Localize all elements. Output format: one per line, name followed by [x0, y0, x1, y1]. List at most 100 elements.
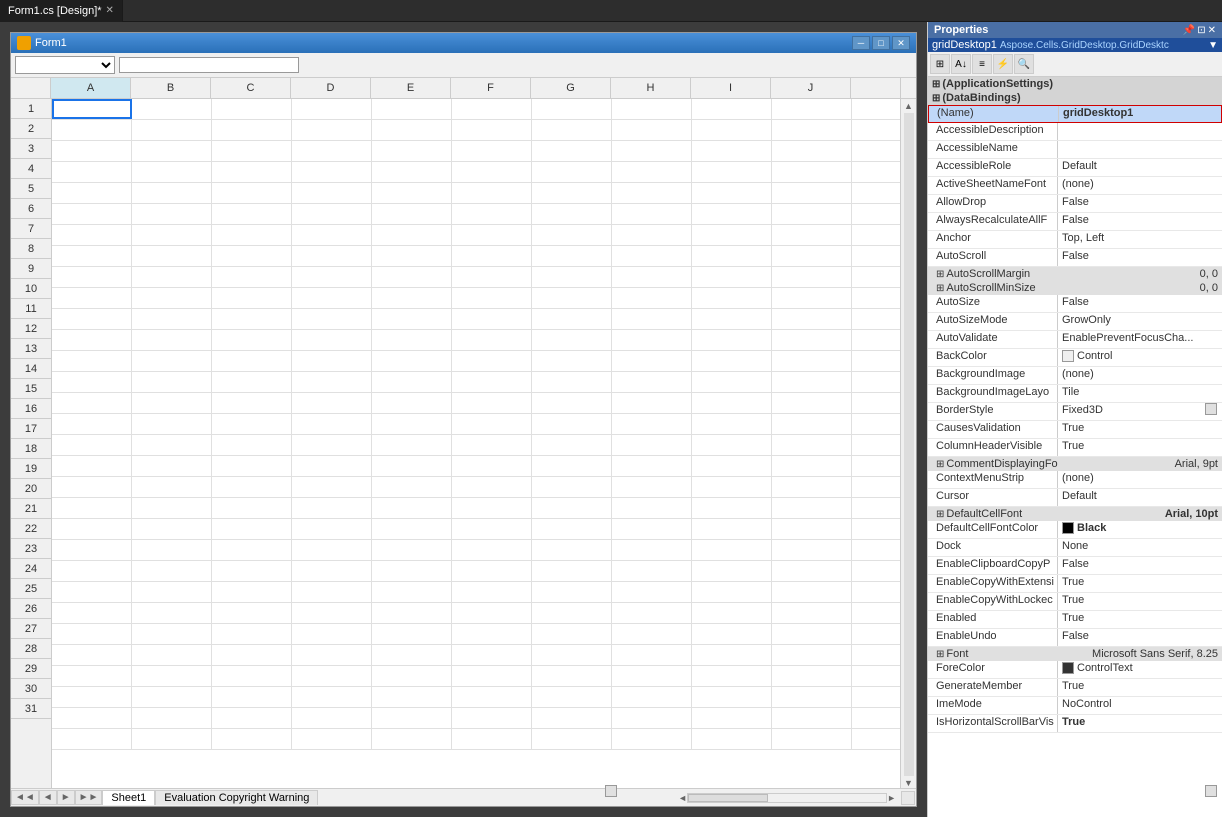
cell-B3[interactable]: [132, 141, 212, 161]
cell-J17[interactable]: [772, 435, 852, 455]
cell-D1[interactable]: [292, 99, 372, 119]
cell-J1[interactable]: [772, 99, 852, 119]
cell-J5[interactable]: [772, 183, 852, 203]
alphabetical-btn[interactable]: A↓: [951, 54, 971, 74]
cell-E15[interactable]: [372, 393, 452, 413]
cell-J9[interactable]: [772, 267, 852, 287]
cell-F3[interactable]: [452, 141, 532, 161]
cell-G13[interactable]: [532, 351, 612, 371]
cell-H30[interactable]: [612, 708, 692, 728]
section-data-bindings[interactable]: ⊞ (DataBindings): [928, 91, 1222, 105]
cell-A3[interactable]: [52, 141, 132, 161]
cell-B22[interactable]: [132, 540, 212, 560]
cell-G2[interactable]: [532, 120, 612, 140]
cell-I6[interactable]: [692, 204, 772, 224]
cell-D21[interactable]: [292, 519, 372, 539]
props-row-cursor[interactable]: Cursor Default: [928, 489, 1222, 507]
props-row-bgimagelayout[interactable]: BackgroundImageLayo Tile: [928, 385, 1222, 403]
cell-D6[interactable]: [292, 204, 372, 224]
props-object-selector[interactable]: gridDesktop1 Aspose.Cells.GridDesktop.Gr…: [928, 38, 1222, 52]
cell-C5[interactable]: [212, 183, 292, 203]
cell-D14[interactable]: [292, 372, 372, 392]
cell-B26[interactable]: [132, 624, 212, 644]
props-row-autovalidate[interactable]: AutoValidate EnablePreventFocusCha...: [928, 331, 1222, 349]
scroll-down-btn[interactable]: ▼: [904, 778, 913, 788]
cell-G23[interactable]: [532, 561, 612, 581]
cell-A27[interactable]: [52, 645, 132, 665]
cell-E6[interactable]: [372, 204, 452, 224]
cell-G10[interactable]: [532, 288, 612, 308]
sheet-tab-eval[interactable]: Evaluation Copyright Warning: [155, 790, 318, 805]
cell-G3[interactable]: [532, 141, 612, 161]
cell-J18[interactable]: [772, 456, 852, 476]
cell-D12[interactable]: [292, 330, 372, 350]
section-application-settings[interactable]: ⊞ (ApplicationSettings): [928, 77, 1222, 91]
props-row-backcolor[interactable]: BackColor Control: [928, 349, 1222, 367]
props-row-forecolor[interactable]: ForeColor ControlText: [928, 661, 1222, 679]
props-row-causesvalidation[interactable]: CausesValidation True: [928, 421, 1222, 439]
sheet-nav-last[interactable]: ►►: [75, 790, 103, 805]
cell-E13[interactable]: [372, 351, 452, 371]
grid-cells[interactable]: [52, 99, 900, 788]
cell-F2[interactable]: [452, 120, 532, 140]
cell-H6[interactable]: [612, 204, 692, 224]
cell-E28[interactable]: [372, 666, 452, 686]
cell-B1[interactable]: [132, 99, 212, 119]
cell-H28[interactable]: [612, 666, 692, 686]
cell-H5[interactable]: [612, 183, 692, 203]
cell-G22[interactable]: [532, 540, 612, 560]
cell-G12[interactable]: [532, 330, 612, 350]
cell-G15[interactable]: [532, 393, 612, 413]
cell-J25[interactable]: [772, 603, 852, 623]
cell-A9[interactable]: [52, 267, 132, 287]
cell-G28[interactable]: [532, 666, 612, 686]
cell-I13[interactable]: [692, 351, 772, 371]
cell-C9[interactable]: [212, 267, 292, 287]
cell-I8[interactable]: [692, 246, 772, 266]
cell-H2[interactable]: [612, 120, 692, 140]
toolbar-dropdown[interactable]: [15, 56, 115, 74]
cell-A24[interactable]: [52, 582, 132, 602]
cell-G16[interactable]: [532, 414, 612, 434]
cell-A13[interactable]: [52, 351, 132, 371]
cell-B13[interactable]: [132, 351, 212, 371]
cell-D17[interactable]: [292, 435, 372, 455]
cell-H1[interactable]: [612, 99, 692, 119]
props-row-anchor[interactable]: Anchor Top, Left: [928, 231, 1222, 249]
cell-H20[interactable]: [612, 498, 692, 518]
cell-B20[interactable]: [132, 498, 212, 518]
maximize-button[interactable]: □: [872, 36, 890, 50]
cell-F16[interactable]: [452, 414, 532, 434]
sheet-tab-sheet1[interactable]: Sheet1: [102, 790, 155, 805]
cell-F5[interactable]: [452, 183, 532, 203]
cell-D5[interactable]: [292, 183, 372, 203]
cell-H13[interactable]: [612, 351, 692, 371]
cell-H23[interactable]: [612, 561, 692, 581]
close-button[interactable]: ✕: [892, 36, 910, 50]
cell-E11[interactable]: [372, 309, 452, 329]
cell-F29[interactable]: [452, 687, 532, 707]
cell-C15[interactable]: [212, 393, 292, 413]
cell-I9[interactable]: [692, 267, 772, 287]
cell-H17[interactable]: [612, 435, 692, 455]
cell-B2[interactable]: [132, 120, 212, 140]
cell-F22[interactable]: [452, 540, 532, 560]
cell-F6[interactable]: [452, 204, 532, 224]
cell-A23[interactable]: [52, 561, 132, 581]
cell-A21[interactable]: [52, 519, 132, 539]
cell-E17[interactable]: [372, 435, 452, 455]
cell-F7[interactable]: [452, 225, 532, 245]
props-row-autoscroll[interactable]: AutoScroll False: [928, 249, 1222, 267]
cell-J4[interactable]: [772, 162, 852, 182]
cell-A15[interactable]: [52, 393, 132, 413]
cell-G9[interactable]: [532, 267, 612, 287]
cell-E5[interactable]: [372, 183, 452, 203]
cell-A20[interactable]: [52, 498, 132, 518]
cell-G25[interactable]: [532, 603, 612, 623]
cell-J12[interactable]: [772, 330, 852, 350]
cell-E19[interactable]: [372, 477, 452, 497]
cell-C13[interactable]: [212, 351, 292, 371]
cell-E27[interactable]: [372, 645, 452, 665]
cell-J13[interactable]: [772, 351, 852, 371]
cell-C1[interactable]: [212, 99, 292, 119]
